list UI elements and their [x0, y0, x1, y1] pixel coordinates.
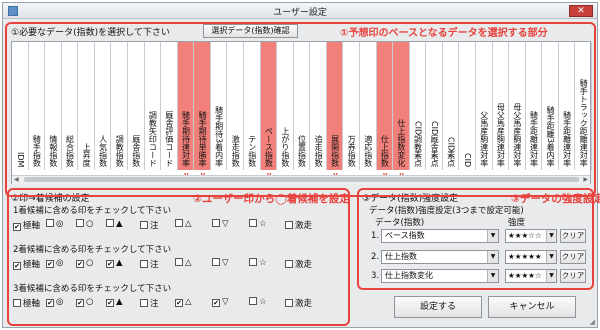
resize-grip-icon[interactable]: ◢	[590, 318, 595, 326]
callout-2: ②ユーザー印から◯着候補を設定	[193, 193, 350, 205]
close-button[interactable]: ✕	[569, 5, 593, 17]
title-bar[interactable]: ユーザー設定 ✕	[3, 3, 597, 19]
apply-button[interactable]: 設定する	[394, 296, 482, 318]
window-title: ユーザー設定	[273, 8, 327, 18]
callout-frame-1	[5, 22, 596, 197]
callout-1: ①予想印のベースとなるデータを選択する部分	[340, 28, 548, 39]
callout-frame-2	[7, 188, 350, 326]
user-settings-window: ユーザー設定 ✕ ①必要なデータ(指数)を選択して下さい 選択データ(指数)確認…	[2, 2, 600, 328]
cancel-button[interactable]: キャンセル	[488, 296, 576, 318]
callout-3: ③データの強度設定	[511, 193, 600, 205]
